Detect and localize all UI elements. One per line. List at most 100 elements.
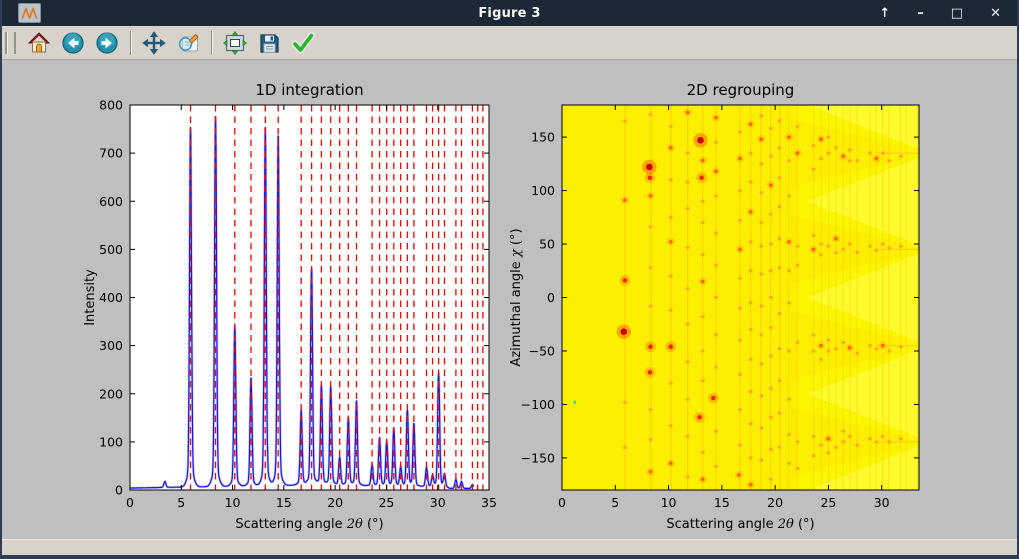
diffraction-spot	[788, 269, 791, 272]
diffraction-spot	[686, 435, 689, 438]
diffraction-spot	[834, 146, 837, 149]
diffraction-spot	[739, 373, 742, 376]
toolbar-drag-handle[interactable]	[5, 32, 16, 54]
toolbar-separator	[211, 31, 212, 55]
diffraction-spot	[749, 328, 752, 331]
home-icon	[27, 31, 51, 55]
zoom-to-rect-button[interactable]	[173, 29, 203, 57]
diffraction-spot	[749, 422, 752, 425]
diffraction-spot	[749, 301, 752, 304]
diffraction-spot	[739, 307, 742, 310]
diffraction-spot	[778, 237, 781, 240]
diffraction-spot	[669, 461, 673, 465]
diffraction-spot	[649, 438, 652, 441]
diffraction-spot	[787, 240, 791, 244]
diffraction-spot	[649, 305, 652, 308]
save-floppy-icon	[257, 31, 281, 55]
diffraction-spot	[842, 248, 845, 251]
diffraction-spot	[869, 437, 872, 440]
diffraction-spot	[649, 266, 652, 269]
plot-1d-integration: 0510152025303501002003004005006007008001…	[83, 81, 497, 532]
diffraction-spot	[623, 198, 627, 202]
maximize-button[interactable]: □	[951, 7, 963, 20]
diffraction-spot	[701, 280, 705, 284]
diffraction-spot	[760, 221, 763, 224]
matplotlib-figure[interactable]: 0510152025303501002003004005006007008001…	[2, 60, 1017, 539]
diffraction-spot	[769, 213, 772, 216]
diffraction-spot	[649, 194, 653, 198]
home-button[interactable]	[24, 29, 54, 57]
x-axis-label-2d: Scattering angle 2θ (°)	[666, 517, 814, 532]
diffraction-spot	[686, 287, 689, 290]
diffraction-spot	[848, 435, 851, 438]
diffraction-spot	[760, 459, 763, 462]
y-axis-label-1d: Intensity	[83, 269, 98, 326]
minimize-button[interactable]: –	[917, 7, 924, 20]
diffraction-spot	[749, 269, 752, 272]
x-tick-label: 30	[874, 495, 890, 510]
x-tick-label: 0	[126, 495, 134, 510]
diffraction-spot	[788, 350, 791, 353]
figure-window: Figure 3 ↑ – □ ✕	[0, 0, 1019, 559]
diffraction-spot	[899, 155, 902, 158]
y-tick-label: 800	[99, 98, 123, 113]
x-tick-label: 10	[661, 495, 677, 510]
configure-subplots-button[interactable]	[220, 29, 250, 57]
diffraction-spot	[787, 135, 791, 139]
back-arrow-icon	[61, 31, 85, 55]
y-tick-label: 500	[99, 242, 123, 257]
y-tick-label: 100	[99, 434, 123, 449]
diffraction-spot	[739, 219, 742, 222]
diffraction-spot	[834, 347, 837, 350]
diffraction-spot	[715, 366, 718, 369]
diffraction-spot	[715, 296, 718, 299]
diffraction-spot	[699, 175, 704, 180]
diffraction-spot	[796, 264, 799, 267]
diffraction-spot	[778, 379, 781, 382]
diffraction-spot	[778, 120, 781, 123]
diffraction-spot	[778, 412, 781, 415]
diffraction-spot	[749, 358, 752, 361]
diffraction-spot	[769, 127, 772, 130]
diffraction-spot	[848, 148, 851, 151]
matplotlib-toolbar	[2, 26, 1017, 60]
diffraction-spot	[760, 245, 763, 248]
diffraction-spot	[856, 352, 859, 355]
titlebar[interactable]: Figure 3 ↑ – □ ✕	[2, 0, 1017, 26]
diffraction-spot	[778, 205, 781, 208]
diffraction-spot	[848, 243, 851, 246]
diffraction-spot	[778, 347, 781, 350]
y-tick-label: 150	[531, 130, 555, 145]
diffraction-spot	[834, 251, 837, 254]
y-tick-label: 50	[539, 237, 555, 252]
x-tick-label: 5	[177, 495, 185, 510]
diffraction-spot	[760, 114, 763, 117]
customize-button[interactable]	[288, 29, 318, 57]
forward-button[interactable]	[92, 29, 122, 57]
diffraction-spot	[760, 305, 763, 308]
status-bar	[2, 539, 1017, 555]
diffraction-spot	[669, 125, 672, 128]
diffraction-spot	[701, 350, 704, 353]
diffraction-spot	[739, 408, 742, 411]
pan-button[interactable]	[139, 29, 169, 57]
plot-title-2d: 2D regrouping	[687, 81, 795, 99]
x-tick-label: 15	[276, 495, 292, 510]
x-tick-label: 5	[611, 495, 619, 510]
diffraction-spot	[686, 323, 689, 326]
save-button[interactable]	[254, 29, 284, 57]
diffraction-spot	[899, 245, 902, 248]
diffraction-spot	[623, 401, 626, 404]
diffraction-spot	[778, 266, 781, 269]
diffraction-spot	[711, 396, 716, 401]
diffraction-spot	[715, 141, 718, 144]
shade-button[interactable]: ↑	[879, 7, 890, 20]
back-button[interactable]	[58, 29, 88, 57]
diffraction-spot	[701, 315, 704, 318]
diffraction-spot	[669, 216, 672, 219]
diffraction-spot	[738, 248, 742, 252]
close-button[interactable]: ✕	[990, 7, 1001, 20]
diffraction-spot	[778, 176, 781, 179]
diffraction-spot	[769, 355, 772, 358]
diffraction-spot	[649, 408, 652, 411]
